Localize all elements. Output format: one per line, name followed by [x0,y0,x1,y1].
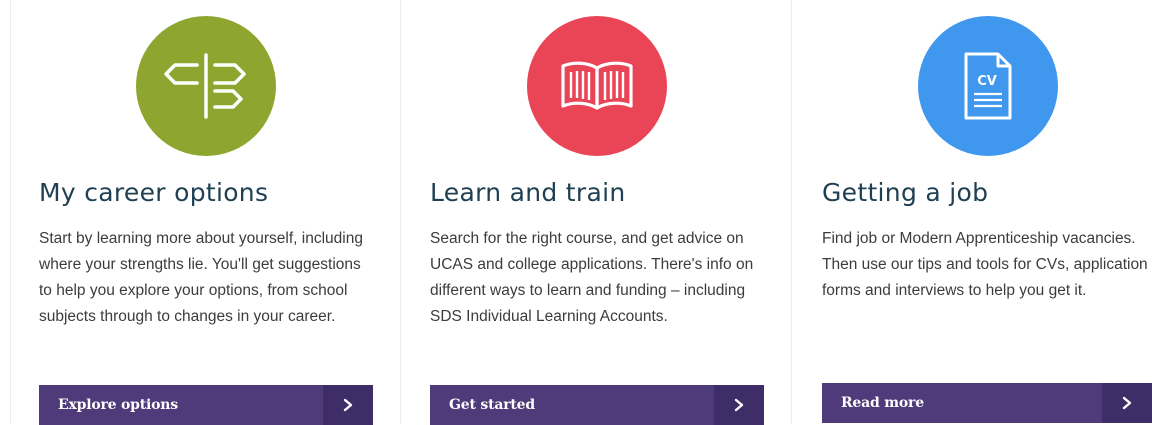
card-career-options: My career options Start by learning more… [10,0,401,425]
chevron-right-icon [714,385,764,425]
cv-document-icon: CV [964,52,1012,120]
learn-icon-circle [527,16,667,156]
button-label: Get started [449,397,535,413]
card-getting-a-job: CV Getting a job Find job or Modern Appr… [792,0,1152,424]
read-more-button[interactable]: Read more [822,383,1152,423]
card-learn-and-train: Learn and train Search for the right cou… [401,0,792,425]
button-label: Explore options [58,397,178,413]
career-icon-circle [136,16,276,156]
signpost-icon [164,53,246,119]
feature-cards: My career options Start by learning more… [0,0,1152,425]
card-description: Search for the right course, and get adv… [430,230,754,325]
card-description: Find job or Modern Apprenticeship vacanc… [822,230,1148,299]
job-icon-circle: CV [918,16,1058,156]
open-book-icon [561,61,633,110]
card-title: My career options [39,178,269,207]
explore-options-button[interactable]: Explore options [39,385,373,425]
card-title: Getting a job [822,178,989,207]
card-title: Learn and train [430,178,626,207]
chevron-right-icon [1102,383,1152,423]
get-started-button[interactable]: Get started [430,385,764,425]
card-description: Start by learning more about yourself, i… [39,230,363,325]
button-label: Read more [841,395,924,411]
chevron-right-icon [323,385,373,425]
cv-icon-text: CV [977,74,997,89]
